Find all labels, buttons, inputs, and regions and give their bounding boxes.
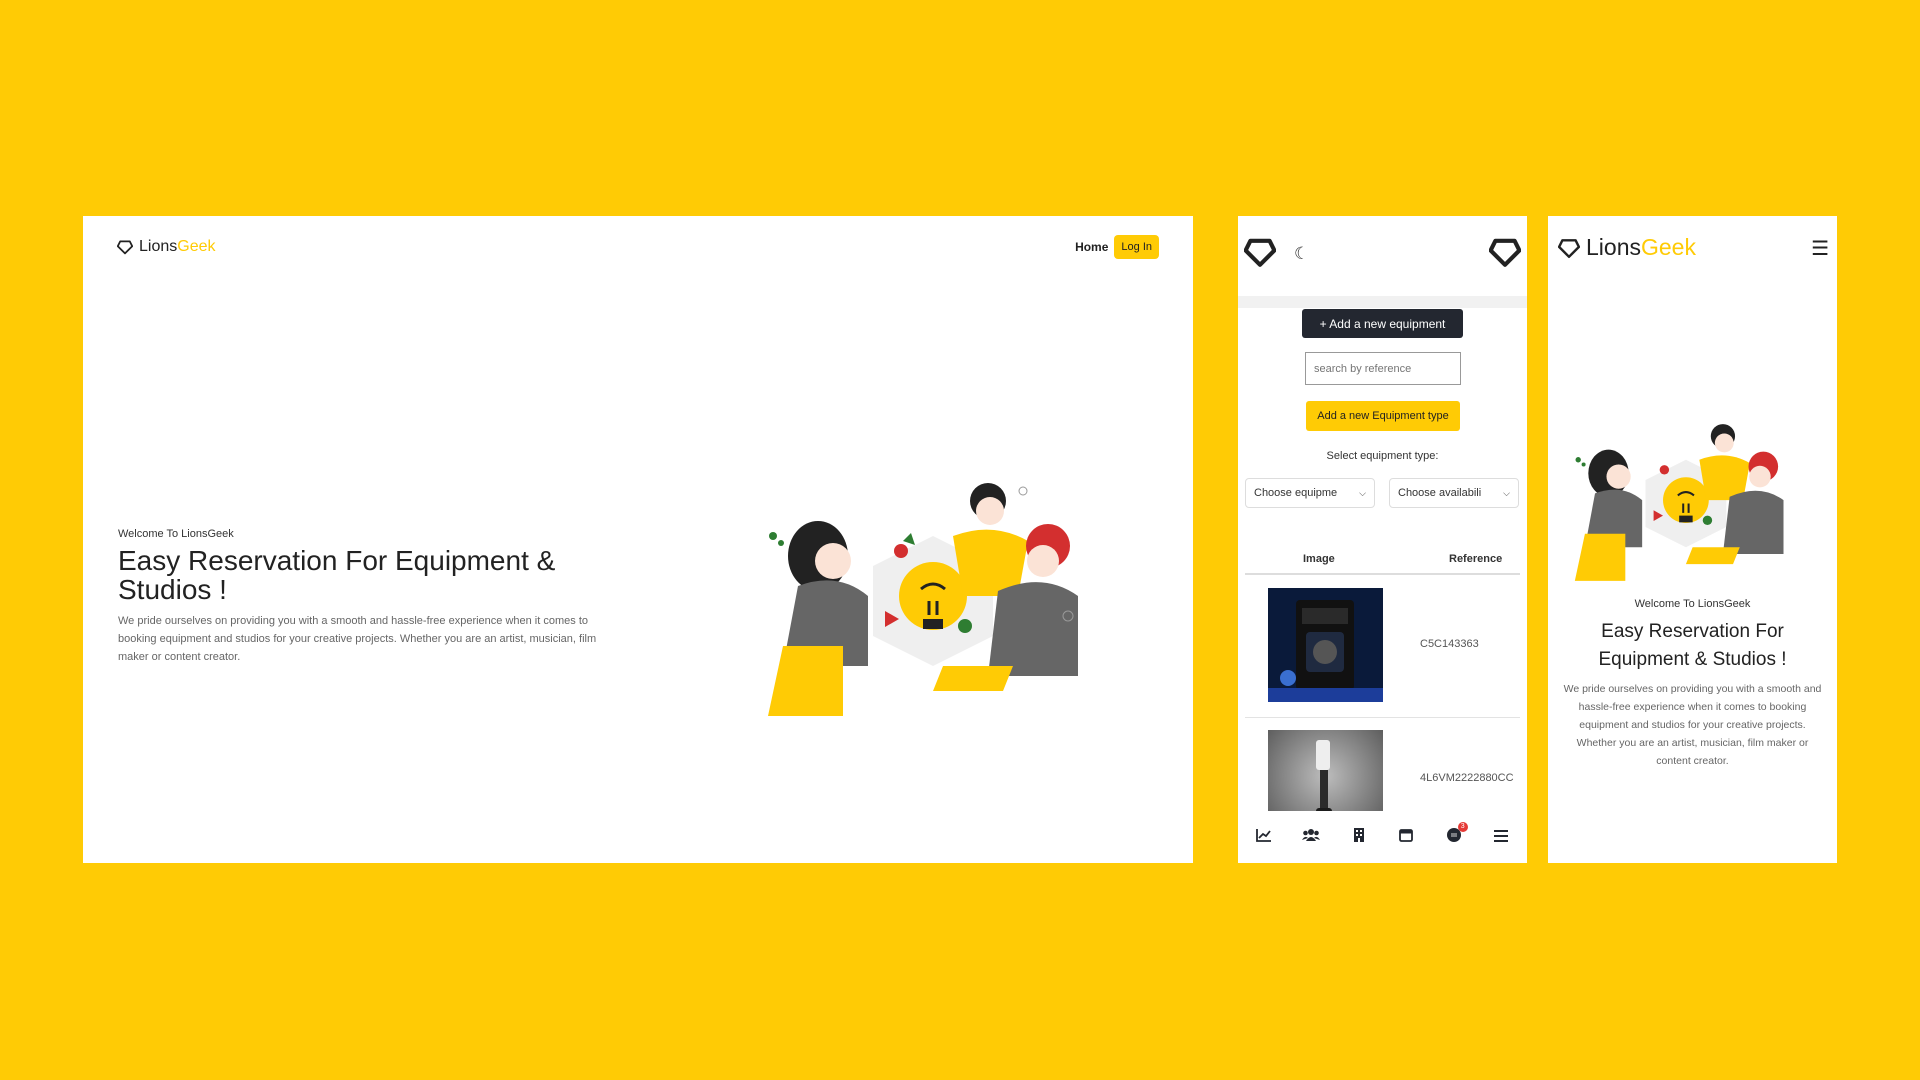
hero-kicker: Welcome To LionsGeek <box>118 528 234 540</box>
chart-line-icon[interactable] <box>1252 828 1276 846</box>
brand-name-part2: Geek <box>177 238 216 255</box>
lion-logo-icon[interactable] <box>1244 236 1276 268</box>
lion-logo-icon <box>117 240 133 255</box>
column-header-image: Image <box>1303 553 1335 565</box>
column-header-reference: Reference <box>1449 553 1503 565</box>
hero-title: Easy Reservation For Equipment & Studios… <box>1598 621 1787 670</box>
brand-logo[interactable]: LionsGeek <box>117 238 216 256</box>
login-button[interactable]: Log In <box>1114 235 1159 259</box>
hamburger-menu-icon[interactable]: ☰ <box>1811 236 1829 261</box>
add-equipment-button[interactable]: + Add a new equipment <box>1302 309 1463 338</box>
equipment-type-select-value: Choose equipme <box>1254 487 1338 499</box>
menu-icon[interactable] <box>1489 829 1513 846</box>
brand-name-part1: Lions <box>139 238 178 255</box>
users-icon[interactable] <box>1299 828 1323 846</box>
brand-logo[interactable]: LionsGeek <box>1558 234 1696 261</box>
hero-section: Welcome To LionsGeek Easy Reservation Fo… <box>118 528 658 666</box>
equipment-type-label: Select equipment type: <box>1326 450 1439 462</box>
hero-illustration <box>1574 424 1784 581</box>
reference-cell: C5C143363 <box>1420 638 1479 650</box>
mobile-admin-preview: ☾ + Add a new equipment Add a new Equipm… <box>1238 216 1527 863</box>
hero-title: Easy Reservation For Equipment & Studios… <box>118 545 556 605</box>
dark-mode-moon-icon[interactable]: ☾ <box>1294 244 1309 264</box>
lion-logo-icon <box>1558 238 1580 258</box>
desktop-preview: LionsGeek Home Log In Welcome To LionsGe… <box>83 216 1193 863</box>
brand-name-part1: Lions <box>1586 234 1641 260</box>
chevron-down-icon: ⌵ <box>1359 487 1366 498</box>
mobile-hero-section: Welcome To LionsGeek Easy Reservation Fo… <box>1558 598 1827 770</box>
add-equipment-type-button[interactable]: Add a new Equipment type <box>1306 401 1460 431</box>
table-row[interactable]: C5C143363 <box>1245 578 1520 718</box>
nav-home-link[interactable]: Home <box>1075 240 1108 254</box>
notification-badge: 3 <box>1457 822 1468 832</box>
building-icon[interactable] <box>1347 828 1371 846</box>
brand-name-part2: Geek <box>1640 234 1696 260</box>
equipment-type-select[interactable]: Choose equipme ⌵ <box>1245 478 1375 508</box>
notification-icon[interactable]: 3 <box>1442 822 1468 847</box>
audio-recorder-photo <box>1268 588 1383 702</box>
availability-select[interactable]: Choose availabili ⌵ <box>1389 478 1519 508</box>
reference-cell: 4L6VM2222880CC <box>1420 772 1514 784</box>
hero-description: We pride ourselves on providing you with… <box>118 615 597 663</box>
hero-illustration <box>768 483 1078 716</box>
mobile-home-preview: LionsGeek ☰ Welcome To LionsGeek Easy Re… <box>1548 216 1837 863</box>
admin-header: ☾ <box>1238 216 1527 296</box>
chevron-down-icon: ⌵ <box>1503 487 1510 498</box>
lion-logo-icon[interactable] <box>1489 236 1521 268</box>
bottom-nav-bar: 3 <box>1238 811 1527 863</box>
search-reference-input[interactable] <box>1305 352 1461 385</box>
availability-select-value: Choose availabili <box>1398 487 1482 499</box>
equipment-table-header: Image Reference <box>1245 551 1520 575</box>
header-divider <box>1238 296 1527 308</box>
calendar-icon[interactable] <box>1394 828 1418 846</box>
hero-kicker: Welcome To LionsGeek <box>1634 598 1751 610</box>
hero-description: We pride ourselves on providing you with… <box>1563 683 1822 767</box>
top-nav: Home Log In <box>1075 235 1159 259</box>
